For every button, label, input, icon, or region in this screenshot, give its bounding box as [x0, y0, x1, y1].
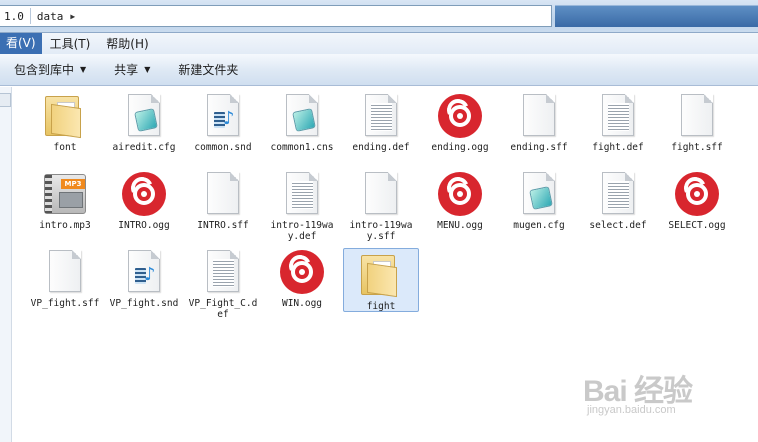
blank-document-icon: [515, 92, 563, 140]
file-name: SELECT.ogg: [668, 220, 726, 231]
file-name: ending.def: [352, 142, 410, 153]
file-item[interactable]: VP_fight.sff: [27, 246, 103, 309]
new-folder-label: 新建文件夹: [178, 63, 239, 77]
file-name: intro-119way.def: [270, 220, 334, 242]
text-document-icon: [357, 92, 405, 140]
text-document-icon: [752, 92, 758, 140]
dropdown-arrow-icon: ▼: [144, 65, 151, 74]
blank-document-icon: [199, 170, 247, 218]
new-folder-button[interactable]: 新建文件夹: [160, 61, 248, 78]
file-name: INTRO.ogg: [118, 220, 170, 231]
file-name: select.def: [589, 220, 647, 231]
file-item[interactable]: VP_Fight_C.def: [185, 246, 261, 320]
file-item[interactable]: fight.def: [580, 90, 656, 153]
file-item[interactable]: fight.sff: [659, 90, 735, 153]
file-item[interactable]: fi: [738, 90, 758, 153]
file-item[interactable]: SELECT.ogg: [659, 168, 735, 231]
text-document-icon: [752, 170, 758, 218]
file-item[interactable]: ♪ VP_fight.snd: [106, 246, 182, 309]
command-bar: 包含到库中 ▼ 共享 ▼ 新建文件夹: [0, 54, 758, 86]
file-name: VP_fight.sff: [30, 298, 100, 309]
file-item[interactable]: st: [738, 168, 758, 231]
file-item[interactable]: ending.ogg: [422, 90, 498, 153]
address-bar-area: 1.0 data ▶: [0, 0, 758, 33]
config-file-icon: [120, 92, 168, 140]
file-item[interactable]: intro-119way.sff: [343, 168, 419, 242]
menu-tools[interactable]: 工具(T): [42, 35, 99, 52]
file-name: mugen.cfg: [513, 220, 565, 231]
dropdown-arrow-icon: ▼: [80, 65, 87, 74]
menu-help[interactable]: 帮助(H): [98, 35, 156, 52]
include-in-library-label: 包含到库中: [14, 63, 75, 77]
file-name: airedit.cfg: [112, 142, 176, 153]
config-file-icon: [515, 170, 563, 218]
file-name: intro-119way.sff: [349, 220, 413, 242]
file-name: INTRO.sff: [197, 220, 249, 231]
menu-view[interactable]: 看(V): [0, 33, 42, 54]
address-bar[interactable]: 1.0 data ▶: [0, 5, 552, 27]
file-item[interactable]: INTRO.sff: [185, 168, 261, 231]
file-name: WIN.ogg: [281, 298, 323, 309]
text-document-icon: [594, 92, 642, 140]
netease-music-icon: [436, 170, 484, 218]
file-name: common.snd: [194, 142, 252, 153]
file-name: ending.sff: [510, 142, 568, 153]
include-in-library-button[interactable]: 包含到库中 ▼: [0, 61, 96, 78]
file-item[interactable]: MP3 intro.mp3: [27, 168, 103, 231]
file-item[interactable]: fight: [343, 248, 419, 312]
breadcrumb-arrow-icon[interactable]: ▶: [67, 12, 78, 21]
breadcrumb-parent[interactable]: 1.0: [0, 10, 28, 23]
netease-music-icon: [436, 92, 484, 140]
file-item[interactable]: common1.cns: [264, 90, 340, 153]
file-item[interactable]: ending.def: [343, 90, 419, 153]
file-name: VP_Fight_C.def: [188, 298, 258, 320]
blank-document-icon: [357, 170, 405, 218]
netease-music-icon: [278, 248, 326, 296]
share-label: 共享: [114, 63, 139, 77]
file-name: st: [738, 220, 758, 231]
file-item[interactable]: mugen.cfg: [501, 168, 577, 231]
share-button[interactable]: 共享 ▼: [96, 61, 160, 78]
text-document-icon: [199, 248, 247, 296]
blank-document-icon: [41, 248, 89, 296]
search-area: [555, 5, 758, 27]
blank-document-icon: [673, 92, 721, 140]
file-name: fi: [738, 142, 758, 153]
file-item[interactable]: WIN.ogg: [264, 246, 340, 309]
netease-music-icon: [120, 170, 168, 218]
file-name: ending.ogg: [431, 142, 489, 153]
file-item[interactable]: ending.sff: [501, 90, 577, 153]
text-document-icon: [594, 170, 642, 218]
file-item[interactable]: font: [27, 90, 103, 153]
file-name: font: [53, 142, 77, 153]
netease-music-icon: [673, 170, 721, 218]
folder-icon: [357, 251, 405, 299]
file-item[interactable]: MENU.ogg: [422, 168, 498, 231]
baidu-jingyan-watermark: Bai 经验 jingyan.baidu.com: [583, 366, 743, 426]
file-item[interactable]: airedit.cfg: [106, 90, 182, 153]
menu-bar: 看(V) 工具(T) 帮助(H): [0, 33, 758, 54]
sound-file-icon: ♪: [120, 248, 168, 296]
file-item[interactable]: ♪ common.snd: [185, 90, 261, 153]
text-document-icon: [278, 170, 326, 218]
navigation-pane[interactable]: [0, 87, 12, 442]
file-item[interactable]: select.def: [580, 168, 656, 231]
file-item[interactable]: INTRO.ogg: [106, 168, 182, 231]
sound-file-icon: ♪: [199, 92, 247, 140]
watermark-site: jingyan.baidu.com: [587, 404, 676, 416]
navigation-pane-handle[interactable]: [0, 93, 11, 107]
file-name: fight.sff: [671, 142, 723, 153]
file-name: fight.def: [592, 142, 644, 153]
config-file-icon: [278, 92, 326, 140]
file-name: VP_fight.snd: [109, 298, 179, 309]
file-name: fight: [366, 301, 396, 312]
folder-icon: [41, 92, 89, 140]
file-name: intro.mp3: [39, 220, 91, 231]
file-name: common1.cns: [270, 142, 334, 153]
breadcrumb-current[interactable]: data: [33, 10, 68, 23]
file-item[interactable]: intro-119way.def: [264, 168, 340, 242]
mp3-file-icon: MP3: [41, 170, 89, 218]
file-name: MENU.ogg: [437, 220, 483, 231]
breadcrumb-separator: [29, 8, 31, 24]
